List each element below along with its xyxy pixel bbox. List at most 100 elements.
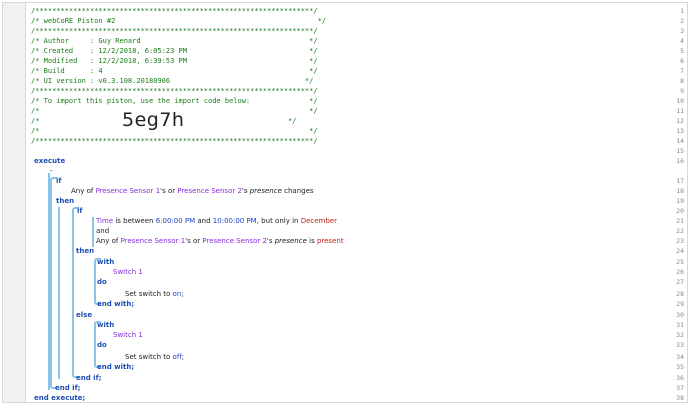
time-variable: Time bbox=[96, 217, 114, 225]
comment-code-prefix: /* bbox=[31, 117, 40, 125]
comment-created: /* Created : 12/2/2018, 6:05:23 PM */ bbox=[31, 47, 318, 55]
action-terminator: ; bbox=[181, 290, 184, 298]
if-keyword[interactable]: if bbox=[56, 176, 61, 186]
comment-title: /* webCoRE Piston #2 */ bbox=[31, 17, 327, 25]
line-number: 4 bbox=[680, 37, 684, 45]
comment-modified: /* Modified : 12/2/2018, 6:39:53 PM */ bbox=[31, 57, 318, 65]
end-execute-keyword[interactable]: end execute; bbox=[34, 393, 85, 402]
line-number: 8 bbox=[680, 77, 684, 85]
start-time-value: 6:00:00 PM bbox=[155, 217, 196, 225]
inner-if-keyword[interactable]: if bbox=[77, 206, 82, 216]
action-terminator: ; bbox=[181, 353, 185, 361]
line-number: 14 bbox=[676, 137, 684, 145]
with2-guide bbox=[94, 327, 96, 361]
with1-guide bbox=[94, 264, 96, 298]
line-number: 10 bbox=[676, 97, 684, 105]
condition-text: is bbox=[306, 237, 317, 245]
condition-group-guide bbox=[92, 217, 94, 247]
inner-then-keyword[interactable]: then bbox=[76, 246, 94, 256]
line-number: 13 bbox=[676, 127, 684, 135]
do-keyword[interactable]: do bbox=[97, 277, 107, 287]
line-number: 17 bbox=[676, 177, 684, 185]
device-presence-sensor-1: Presence Sensor 1 bbox=[120, 237, 186, 245]
device-presence-sensor-1: Presence Sensor 1 bbox=[95, 187, 161, 195]
line-number: 32 bbox=[676, 331, 684, 339]
comment-code-suffix: */ bbox=[288, 117, 297, 125]
line-number: 24 bbox=[676, 247, 684, 255]
then-guide bbox=[58, 207, 60, 379]
condition-time-between[interactable]: Time is between 6:00:00 PM and 10:00:00 … bbox=[96, 216, 337, 226]
else-keyword[interactable]: else bbox=[76, 310, 92, 320]
attribute-presence: presence bbox=[249, 187, 282, 195]
action-text: Set switch to bbox=[125, 290, 173, 298]
end-time-value: 10:00:00 PM bbox=[212, 217, 257, 225]
line-number: 26 bbox=[676, 268, 684, 276]
action-set-switch-off[interactable]: Set switch to off; bbox=[125, 352, 184, 362]
condition-presence-is-present[interactable]: Any of Presence Sensor 1's or Presence S… bbox=[96, 236, 344, 246]
line-number: 38 bbox=[676, 394, 684, 402]
line-number: 16 bbox=[676, 157, 684, 165]
condition-text: , but only in bbox=[256, 217, 301, 225]
execute-dash: - bbox=[50, 167, 53, 175]
condition-prefix: Any of bbox=[71, 187, 96, 195]
line-number: 1 bbox=[680, 7, 684, 15]
line-number: 2 bbox=[680, 17, 684, 25]
line-number: 15 bbox=[676, 147, 684, 155]
comment-author: /* Author : Guy Renard */ bbox=[31, 37, 318, 45]
line-number: 22 bbox=[676, 227, 684, 235]
device-switch-1[interactable]: Switch 1 bbox=[113, 330, 143, 340]
condition-text: 's or bbox=[160, 187, 178, 195]
attribute-presence: presence bbox=[274, 237, 307, 245]
then-keyword[interactable]: then bbox=[56, 196, 74, 206]
with-keyword[interactable]: with bbox=[97, 320, 114, 330]
end-with-keyword[interactable]: end with; bbox=[97, 299, 134, 309]
comment-build: /* Build : 4 */ bbox=[31, 67, 318, 75]
do-keyword[interactable]: do bbox=[97, 340, 107, 350]
condition-text: 's bbox=[266, 237, 275, 245]
operator-changes: changes bbox=[281, 187, 314, 195]
line-number: 3 bbox=[680, 27, 684, 35]
inner-end-if-keyword[interactable]: end if; bbox=[76, 373, 101, 383]
condition-text: 's bbox=[241, 187, 250, 195]
line-number: 37 bbox=[676, 384, 684, 392]
value-off: off bbox=[172, 353, 182, 361]
line-number: 28 bbox=[676, 290, 684, 298]
and-operator[interactable]: and bbox=[96, 226, 109, 236]
line-number: 20 bbox=[676, 207, 684, 215]
line-number: 34 bbox=[676, 353, 684, 361]
line-number: 12 bbox=[676, 117, 684, 125]
line-number: 23 bbox=[676, 237, 684, 245]
line-number: 6 bbox=[680, 57, 684, 65]
if-guide bbox=[50, 183, 52, 383]
line-number: 11 bbox=[676, 107, 684, 115]
comment-import-note: /* To import this piston, use the import… bbox=[31, 97, 318, 105]
value-on: on bbox=[172, 290, 182, 298]
line-number: 27 bbox=[676, 278, 684, 286]
device-presence-sensor-2: Presence Sensor 2 bbox=[177, 187, 242, 195]
value-present: present bbox=[316, 237, 344, 245]
import-code[interactable]: 5eg7h bbox=[122, 109, 184, 131]
code-area: /***************************************… bbox=[3, 3, 687, 402]
line-number: 35 bbox=[676, 363, 684, 371]
line-number: 19 bbox=[676, 197, 684, 205]
line-number: 30 bbox=[676, 311, 684, 319]
condition-presence-changes[interactable]: Any of Presence Sensor 1's or Presence S… bbox=[71, 186, 314, 196]
comment-line: /***************************************… bbox=[31, 27, 318, 35]
month-value: December bbox=[300, 217, 337, 225]
line-number: 5 bbox=[680, 47, 684, 55]
condition-prefix: Any of bbox=[96, 237, 121, 245]
execute-keyword[interactable]: execute bbox=[34, 156, 65, 166]
action-set-switch-on[interactable]: Set switch to on; bbox=[125, 289, 184, 299]
with-keyword[interactable]: with bbox=[97, 257, 114, 267]
line-number: 21 bbox=[676, 217, 684, 225]
device-switch-1[interactable]: Switch 1 bbox=[113, 267, 143, 277]
end-if-keyword[interactable]: end if; bbox=[55, 383, 80, 393]
piston-code-view: /***************************************… bbox=[2, 2, 688, 403]
device-presence-sensor-2: Presence Sensor 2 bbox=[202, 237, 267, 245]
line-number: 29 bbox=[676, 300, 684, 308]
comment-ui-version: /* UI version : v0.3.108.20180906 */ bbox=[31, 77, 314, 85]
line-number: 18 bbox=[676, 187, 684, 195]
line-number: 33 bbox=[676, 341, 684, 349]
comment-line: /***************************************… bbox=[31, 137, 318, 145]
end-with-keyword[interactable]: end with; bbox=[97, 362, 134, 372]
